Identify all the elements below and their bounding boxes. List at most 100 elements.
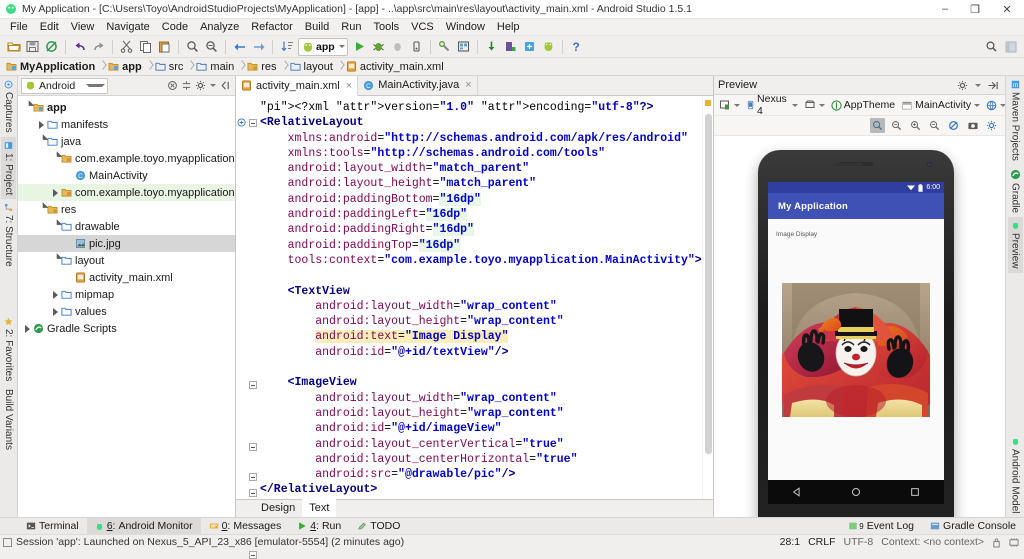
close-icon[interactable]: × xyxy=(465,79,471,91)
menu-item-analyze[interactable]: Analyze xyxy=(194,19,245,36)
theme-selector[interactable]: AppTheme xyxy=(829,97,897,114)
tree-node[interactable]: app xyxy=(18,99,235,116)
zoom-actual-size-icon[interactable] xyxy=(889,118,904,133)
warning-marker-icon[interactable] xyxy=(705,100,711,106)
tool-window-tab-2--favorites[interactable]: 2: Favorites xyxy=(1,313,16,385)
fold-marker-icon[interactable] xyxy=(249,473,257,481)
tree-node[interactable]: manifests xyxy=(18,116,235,133)
fold-marker-icon[interactable] xyxy=(249,443,257,451)
layout-toggle-icon[interactable] xyxy=(1002,38,1019,56)
preview-settings-icon[interactable] xyxy=(984,118,999,133)
device-config-button[interactable] xyxy=(717,97,742,114)
android-device-monitor-icon[interactable] xyxy=(540,38,557,56)
copy-icon[interactable] xyxy=(137,38,154,56)
editor-mode-tab-design[interactable]: Design xyxy=(254,499,302,517)
hide-panel-icon[interactable] xyxy=(219,80,230,91)
gear-icon[interactable] xyxy=(957,80,968,91)
tool-window-tab-gradle[interactable]: Gradle xyxy=(1008,165,1023,217)
tree-toggle-collapsed-icon[interactable] xyxy=(36,121,47,129)
cut-icon[interactable] xyxy=(118,38,135,56)
tree-toggle-collapsed-icon[interactable] xyxy=(50,308,61,316)
home-icon[interactable] xyxy=(851,487,861,497)
fold-marker-icon[interactable] xyxy=(249,489,257,497)
bottom-tool-tab-todo[interactable]: TODO xyxy=(349,518,408,535)
find-icon[interactable] xyxy=(184,38,201,56)
close-icon[interactable]: × xyxy=(346,80,352,92)
maximize-button[interactable]: ❐ xyxy=(960,0,990,19)
tree-node[interactable]: mipmap xyxy=(18,286,235,303)
tree-toggle-expanded-icon[interactable] xyxy=(36,206,47,214)
redo-icon[interactable] xyxy=(90,38,107,56)
tree-toggle-expanded-icon[interactable] xyxy=(50,155,61,163)
fold-marker-icon[interactable] xyxy=(249,381,257,389)
save-all-icon[interactable] xyxy=(24,38,41,56)
sdk-manager-icon[interactable] xyxy=(436,38,453,56)
orientation-selector[interactable] xyxy=(802,97,827,114)
tree-node[interactable]: pic.jpg xyxy=(18,235,235,252)
tool-window-tab-7--structure[interactable]: 7: Structure xyxy=(1,199,16,271)
project-view-selector[interactable]: Android xyxy=(21,78,108,94)
help-icon[interactable]: ? xyxy=(568,38,585,56)
menu-item-code[interactable]: Code xyxy=(156,19,194,36)
tree-toggle-expanded-icon[interactable] xyxy=(36,138,47,146)
tree-toggle-collapsed-icon[interactable] xyxy=(50,291,61,299)
fold-marker-icon[interactable] xyxy=(249,551,257,559)
line-separator[interactable]: CRLF xyxy=(808,536,835,548)
menu-item-run[interactable]: Run xyxy=(335,19,367,36)
menu-item-vcs[interactable]: VCS xyxy=(405,19,440,36)
replace-icon[interactable] xyxy=(203,38,220,56)
menu-item-help[interactable]: Help xyxy=(491,19,526,36)
editor-tab-mainactivity-java[interactable]: CMainActivity.java× xyxy=(358,75,478,95)
recents-icon[interactable] xyxy=(910,487,920,497)
tool-window-tab-preview[interactable]: Preview xyxy=(1008,217,1023,273)
breadcrumb-item-res[interactable]: res xyxy=(245,58,280,76)
fold-marker-icon[interactable] xyxy=(249,119,257,127)
debug-icon[interactable] xyxy=(370,38,387,56)
tree-toggle-expanded-icon[interactable] xyxy=(50,223,61,231)
device-selector[interactable]: Nexus 4 xyxy=(744,97,800,114)
tool-window-tab-build-variants[interactable]: Build Variants xyxy=(1,385,16,454)
menu-item-navigate[interactable]: Navigate xyxy=(100,19,155,36)
chevron-down-icon[interactable] xyxy=(974,104,980,107)
breadcrumb-item-app[interactable]: app xyxy=(106,58,146,76)
screenshot-icon[interactable] xyxy=(965,118,980,133)
menu-item-build[interactable]: Build xyxy=(299,19,335,36)
chevron-down-icon[interactable] xyxy=(792,104,798,107)
bottom-tool-tab-terminal[interactable]: Terminal xyxy=(18,518,87,535)
menu-item-file[interactable]: File xyxy=(4,19,34,36)
tree-node[interactable]: com.example.toyo.myapplication xyxy=(18,150,235,167)
avd-manager-icon[interactable] xyxy=(455,38,472,56)
activity-selector[interactable]: MainActivity xyxy=(899,97,982,114)
gear-icon[interactable] xyxy=(195,80,206,91)
run-configuration-selector[interactable]: app xyxy=(298,38,348,56)
sort-icon[interactable] xyxy=(278,38,295,56)
editor-gutter[interactable] xyxy=(236,96,258,499)
paste-icon[interactable] xyxy=(156,38,173,56)
hide-panel-icon[interactable] xyxy=(987,80,999,91)
menu-item-view[interactable]: View xyxy=(65,19,101,36)
context-label[interactable]: Context: <no context> xyxy=(881,536,984,548)
editor-tab-activity-main-xml[interactable]: activity_main.xml× xyxy=(236,76,358,96)
tree-node[interactable]: com.example.toyo.myapplication xyxy=(18,184,235,201)
tree-toggle-collapsed-icon[interactable] xyxy=(50,189,61,197)
close-button[interactable]: ✕ xyxy=(990,0,1024,19)
bottom-tool-tab-gradle-console[interactable]: Gradle Console xyxy=(922,518,1024,535)
tree-toggle-expanded-icon[interactable] xyxy=(50,257,61,265)
chevron-down-icon[interactable] xyxy=(819,104,825,107)
minimize-button[interactable]: – xyxy=(930,0,960,19)
lock-icon[interactable] xyxy=(992,537,1001,548)
zoom-in-icon[interactable] xyxy=(908,118,923,133)
chevron-down-icon[interactable] xyxy=(975,84,981,87)
breadcrumb-item-main[interactable]: main xyxy=(194,58,238,76)
tree-node[interactable]: java xyxy=(18,133,235,150)
chevron-down-icon[interactable] xyxy=(339,45,345,48)
scrollbar-thumb[interactable] xyxy=(705,114,712,454)
tree-node[interactable]: layout xyxy=(18,252,235,269)
code-editor[interactable]: "pi"><?xml "attr">version="1.0" "attr">e… xyxy=(236,96,713,499)
tool-window-tab-maven-projects[interactable]: mMaven Projects xyxy=(1008,76,1023,165)
sync-project-icon[interactable] xyxy=(43,38,60,56)
menu-item-refactor[interactable]: Refactor xyxy=(245,19,299,36)
breadcrumb-item-src[interactable]: src xyxy=(153,58,188,76)
menu-item-edit[interactable]: Edit xyxy=(34,19,65,36)
zoom-out-icon[interactable] xyxy=(927,118,942,133)
